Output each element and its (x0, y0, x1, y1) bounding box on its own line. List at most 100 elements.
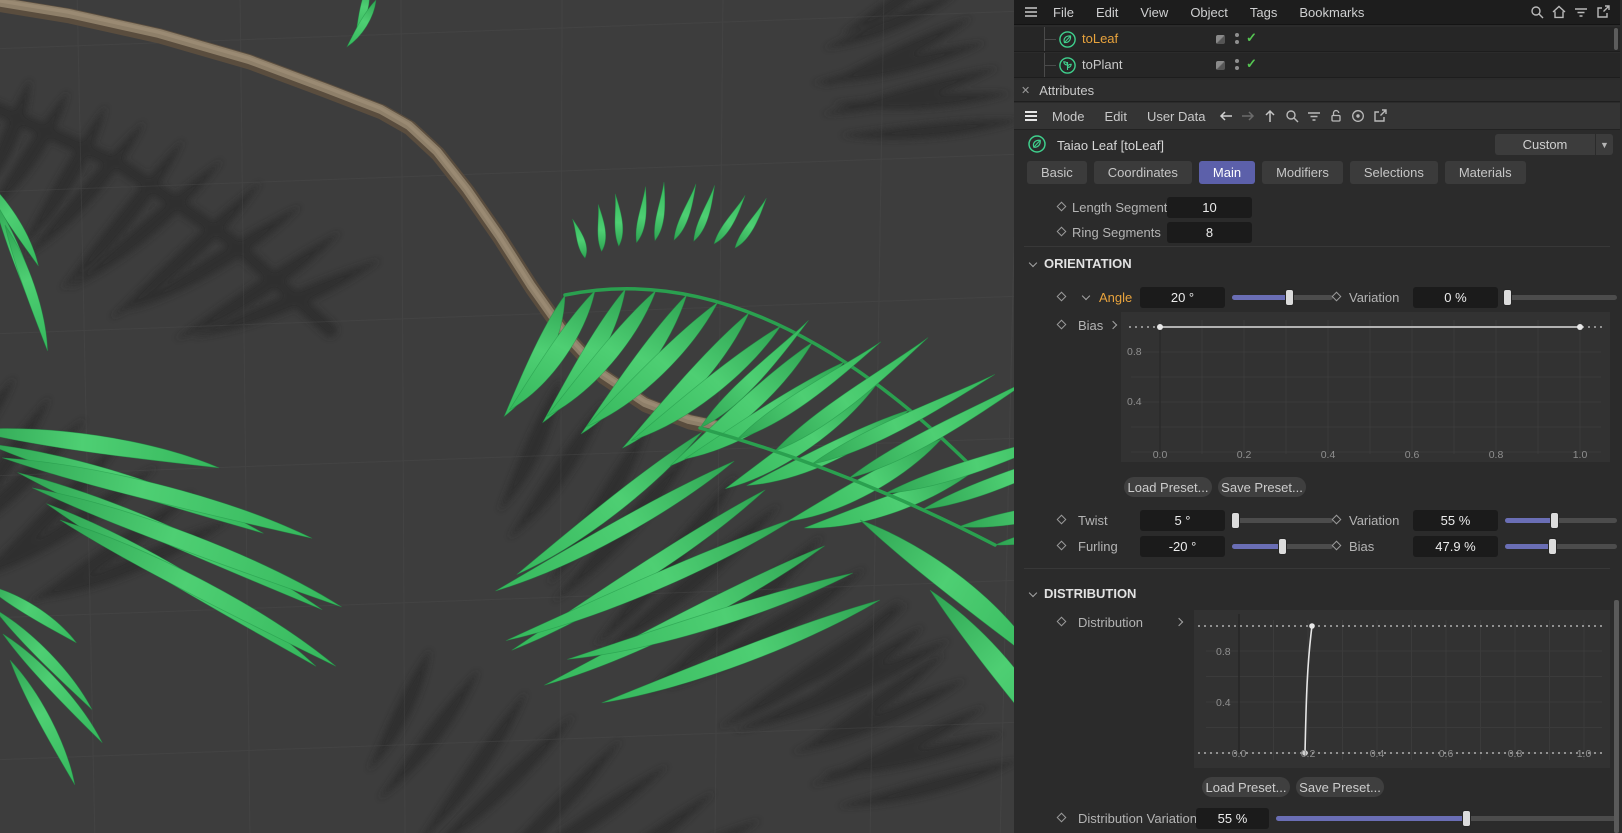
viewport-canvas[interactable] (0, 0, 1014, 833)
length-segments-field[interactable]: 10 (1167, 197, 1252, 218)
ring-segments-field[interactable]: 8 (1167, 222, 1252, 243)
object-name[interactable]: toPlant (1082, 57, 1122, 72)
distribution-variation-row: Distribution Variation 55 % (1014, 808, 1620, 829)
menu-tags[interactable]: Tags (1239, 5, 1288, 20)
keyframe-diamond-icon[interactable] (1056, 514, 1067, 525)
keyframe-diamond-icon[interactable] (1056, 812, 1067, 823)
furling-field[interactable]: -20 ° (1140, 536, 1225, 557)
chevron-right-icon[interactable] (1174, 617, 1184, 627)
keyframe-diamond-icon[interactable] (1331, 514, 1342, 525)
hamburger-menu-icon[interactable] (1023, 4, 1039, 20)
curve-point[interactable] (1577, 324, 1583, 330)
angle-variation-slider[interactable] (1504, 290, 1617, 305)
twist-variation-field[interactable]: 55 % (1413, 510, 1498, 531)
tab-coordinates[interactable]: Coordinates (1093, 161, 1192, 184)
visibility-dots[interactable] (1235, 33, 1239, 44)
param-label: Ring Segments (1072, 225, 1161, 240)
curve-point[interactable] (1309, 623, 1315, 629)
furling-bias-slider[interactable] (1505, 539, 1617, 554)
keyframe-diamond-icon[interactable] (1056, 616, 1067, 627)
tab-main[interactable]: Main (1198, 161, 1256, 184)
distribution-variation-field[interactable]: 55 % (1196, 808, 1269, 829)
menu-view[interactable]: View (1129, 5, 1179, 20)
object-name[interactable]: toLeaf (1082, 31, 1118, 46)
distribution-section-header[interactable]: DISTRIBUTION (1028, 584, 1136, 602)
filter-icon[interactable] (1306, 108, 1322, 124)
furling-row: Furling -20 ° Bias 47.9 % (1014, 536, 1620, 557)
object-title: Taiao Leaf [toLeaf] (1057, 137, 1164, 153)
keyframe-diamond-icon[interactable] (1056, 201, 1067, 212)
angle-variation-field[interactable]: 0 % (1413, 287, 1498, 308)
load-preset-button[interactable]: Load Preset... (1124, 477, 1212, 497)
load-preset-button[interactable]: Load Preset... (1202, 777, 1290, 797)
search-icon[interactable] (1284, 108, 1300, 124)
keyframe-diamond-icon[interactable] (1056, 226, 1067, 237)
distribution-variation-slider[interactable] (1276, 811, 1617, 826)
orientation-section-header[interactable]: ORIENTATION (1028, 254, 1132, 272)
target-icon[interactable] (1350, 108, 1366, 124)
angle-field[interactable]: 20 ° (1140, 287, 1225, 308)
keyframe-diamond-icon[interactable] (1056, 540, 1067, 551)
save-preset-button[interactable]: Save Preset... (1218, 477, 1306, 497)
curve-point[interactable] (1157, 324, 1163, 330)
external-link-icon[interactable] (1372, 108, 1388, 124)
param-label: Twist (1078, 513, 1108, 528)
chevron-down-icon[interactable]: ▼ (1595, 134, 1613, 155)
chevron-right-icon[interactable] (1108, 320, 1118, 330)
panel-scrollbar[interactable] (1614, 600, 1619, 833)
plant-object-icon[interactable] (1058, 56, 1077, 78)
enable-checkmark[interactable]: ✓ (1246, 30, 1257, 46)
bias-curve-editor[interactable]: 0.8 0.4 0.0 0.2 0.4 0.6 0.8 1.0 (1121, 312, 1610, 462)
tab-modifiers[interactable]: Modifiers (1262, 161, 1343, 184)
save-preset-button[interactable]: Save Preset... (1296, 777, 1384, 797)
chevron-down-icon[interactable] (1081, 291, 1091, 301)
tick-label: 0.4 (1127, 396, 1142, 408)
menu-bookmarks[interactable]: Bookmarks (1288, 5, 1375, 20)
section-title: ORIENTATION (1044, 255, 1132, 271)
menu-user-data[interactable]: User Data (1137, 109, 1216, 124)
keyframe-diamond-icon[interactable] (1331, 540, 1342, 551)
chevron-down-icon[interactable] (1028, 258, 1038, 268)
hamburger-menu-icon[interactable] (1023, 108, 1039, 124)
menu-edit[interactable]: Edit (1085, 5, 1129, 20)
object-list-scrollbar[interactable] (1614, 28, 1618, 50)
viewport-3d[interactable] (0, 0, 1014, 833)
chevron-down-icon[interactable] (1028, 588, 1038, 598)
object-row-toplant[interactable]: toPlant ✓ (1014, 53, 1620, 78)
distribution-curve-editor[interactable]: 0.8 0.4 0.0 0.2 0.4 0.6 0.8 1.0 (1194, 610, 1610, 768)
object-row-toleaf[interactable]: toLeaf ✓ (1014, 27, 1620, 52)
twist-variation-slider[interactable] (1505, 513, 1617, 528)
home-icon[interactable] (1551, 4, 1567, 20)
external-link-icon[interactable] (1595, 4, 1611, 20)
search-icon[interactable] (1529, 4, 1545, 20)
menu-mode[interactable]: Mode (1042, 109, 1095, 124)
lock-icon[interactable] (1328, 108, 1344, 124)
menu-file[interactable]: File (1042, 5, 1085, 20)
twist-field[interactable]: 5 ° (1140, 510, 1225, 531)
tab-materials[interactable]: Materials (1444, 161, 1526, 184)
furling-slider[interactable] (1232, 539, 1333, 554)
visibility-dots[interactable] (1235, 59, 1239, 70)
forward-arrow-icon[interactable] (1240, 108, 1256, 124)
keyframe-diamond-icon[interactable] (1056, 291, 1067, 302)
preset-dropdown[interactable]: Custom ▼ (1495, 134, 1613, 155)
layer-chip[interactable] (1216, 35, 1225, 44)
menu-object[interactable]: Object (1179, 5, 1239, 20)
leaf-object-icon[interactable] (1058, 30, 1077, 52)
preset-dropdown-value: Custom (1522, 137, 1568, 152)
angle-slider[interactable] (1232, 290, 1333, 305)
back-arrow-icon[interactable] (1218, 108, 1234, 124)
tab-basic[interactable]: Basic (1027, 161, 1087, 184)
close-icon[interactable]: ✕ (1021, 84, 1030, 97)
keyframe-diamond-icon[interactable] (1331, 291, 1342, 302)
enable-checkmark[interactable]: ✓ (1246, 56, 1257, 72)
twist-slider[interactable] (1232, 513, 1333, 528)
keyframe-diamond-icon[interactable] (1056, 319, 1067, 330)
furling-bias-field[interactable]: 47.9 % (1413, 536, 1498, 557)
layer-chip[interactable] (1216, 61, 1225, 70)
up-arrow-icon[interactable] (1262, 108, 1278, 124)
tick-label: 0.8 (1508, 748, 1523, 760)
tab-selections[interactable]: Selections (1349, 161, 1438, 184)
menu-edit[interactable]: Edit (1095, 109, 1137, 124)
filter-icon[interactable] (1573, 4, 1589, 20)
